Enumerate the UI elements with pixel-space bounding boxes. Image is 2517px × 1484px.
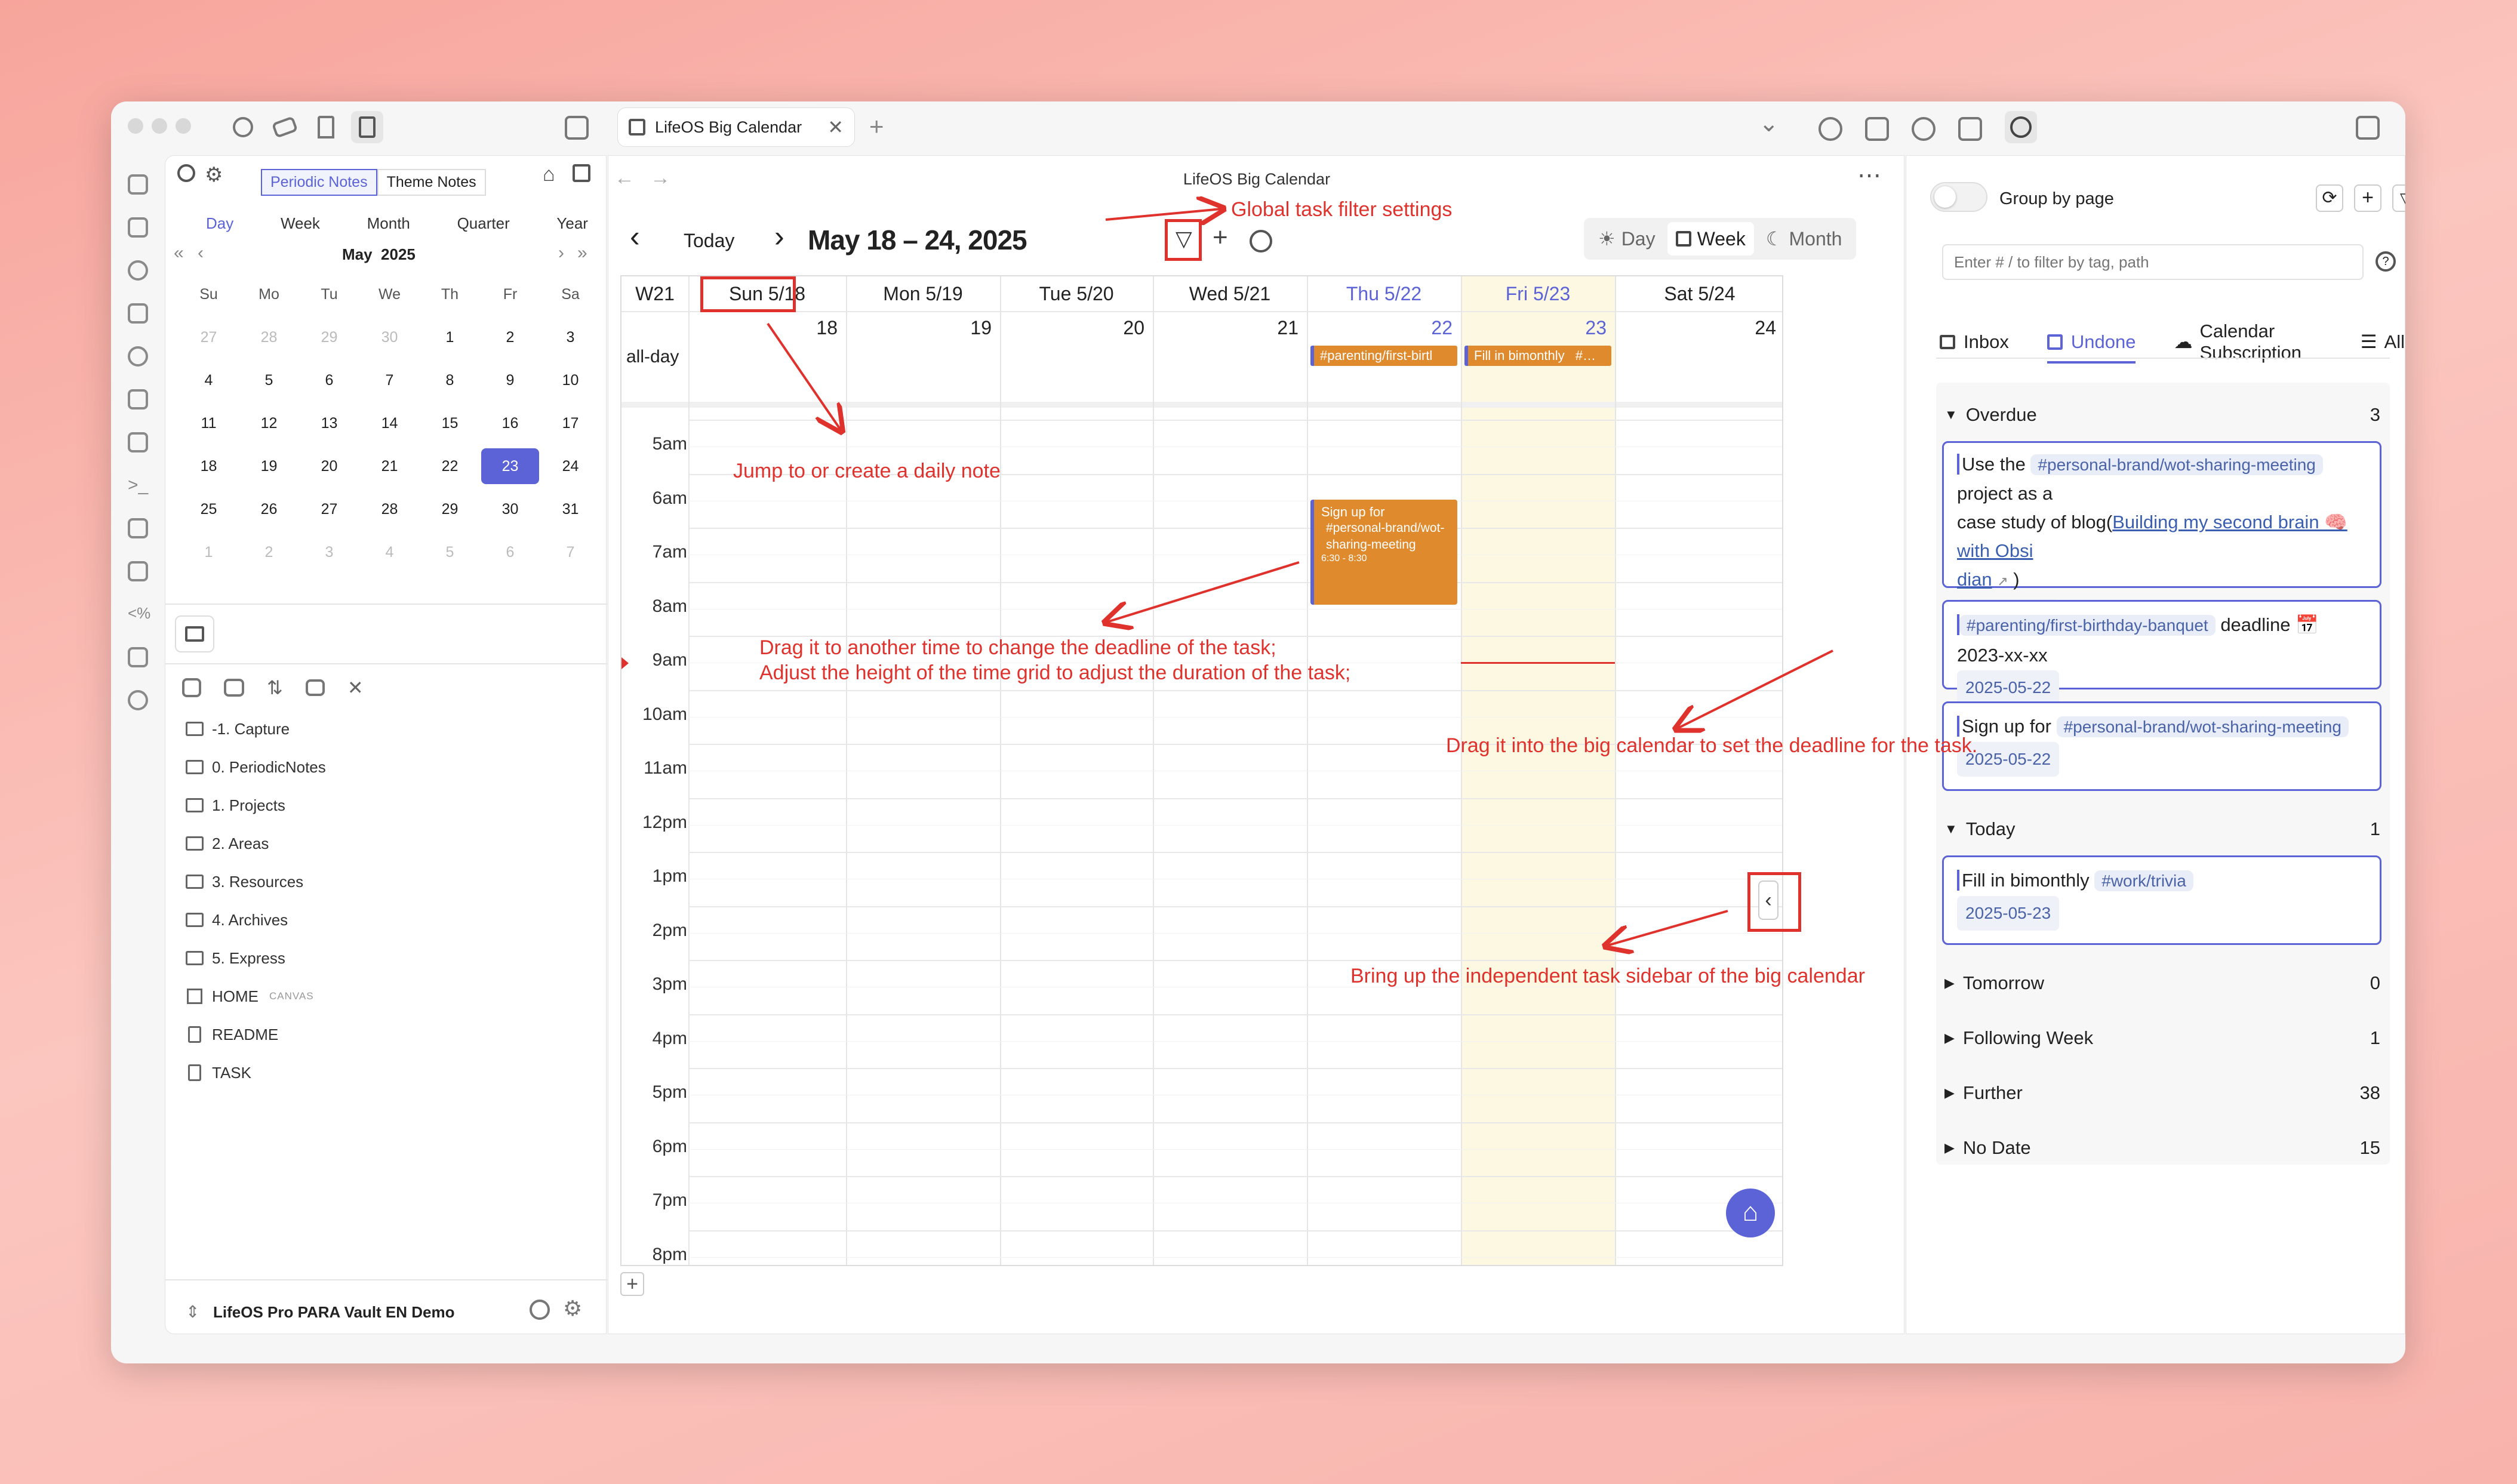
annotation-sidebar: Bring up the independent task sidebar of… (1350, 965, 1865, 987)
annotation-arrows: Global task filter settings Jump to or c… (733, 101, 1977, 987)
annotation-filter: Global task filter settings (1231, 198, 1452, 221)
annotation-daily-note: Jump to or create a daily note (733, 460, 1001, 482)
annotation-drag-into: Drag it into the big calendar to set the… (1446, 734, 1977, 757)
app-window: LifeOS Big Calendar ✕ + ⌄ >_ <% ⚙ Period… (111, 101, 2405, 1363)
annotation-drag-time: Drag it to another time to change the de… (759, 636, 1276, 659)
annotation-drag-height: Adjust the height of the time grid to ad… (759, 661, 1350, 684)
